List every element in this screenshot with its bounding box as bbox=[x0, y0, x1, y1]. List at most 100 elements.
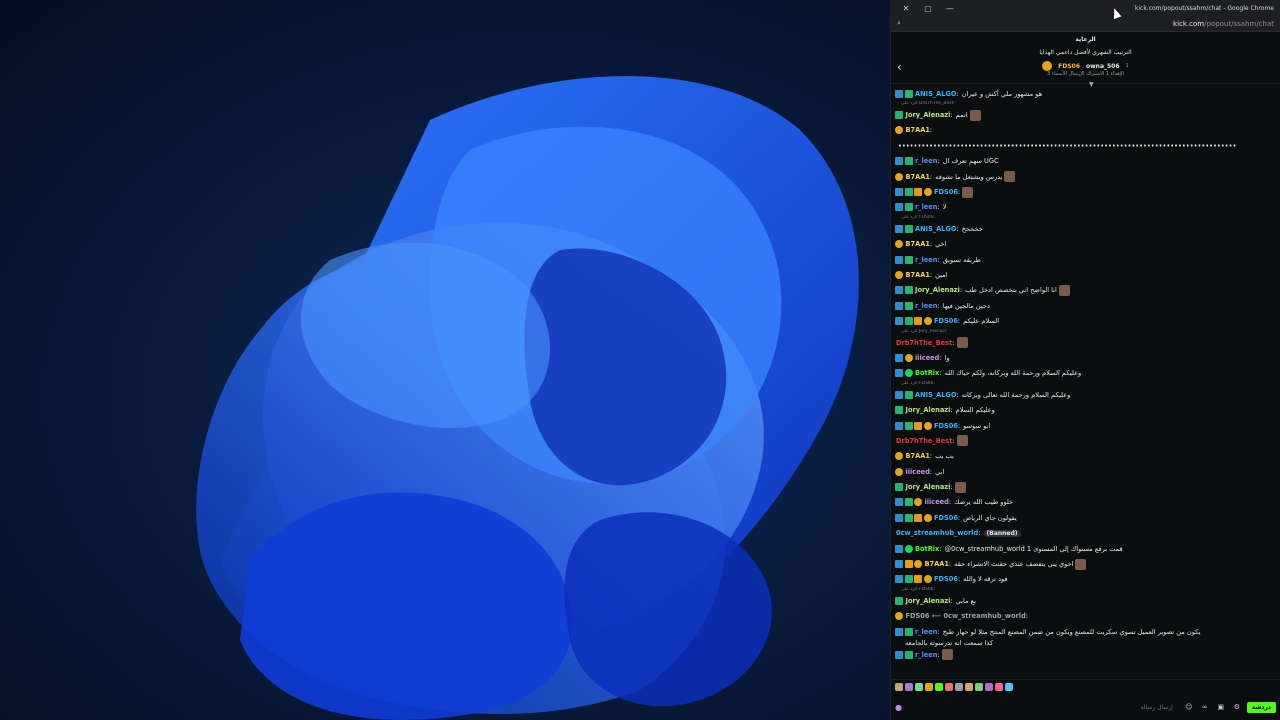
chat-footer: ● ☺ ∞ ▣ ⚙ دردشة bbox=[891, 679, 1280, 720]
chat-username[interactable]: FDS06 bbox=[934, 514, 958, 522]
chat-message: FDS06: انو سوسو bbox=[895, 418, 1276, 433]
chat-username[interactable]: ANIS_ALGO bbox=[915, 90, 956, 98]
username-colon: : bbox=[959, 286, 963, 295]
chat-username[interactable]: B7AA1 bbox=[906, 240, 930, 248]
chat-message: r_leen: دحين مالجين فيها bbox=[895, 298, 1276, 313]
chat-username[interactable]: r_leen bbox=[915, 256, 937, 264]
expand-chevron-icon[interactable]: ▼ bbox=[1089, 81, 1094, 88]
address-bar[interactable]: ⌕ kick.com/popout/ssahm/chat bbox=[891, 16, 1280, 32]
chat-username[interactable]: Jory_Alenazi bbox=[915, 286, 960, 294]
og-badge-icon bbox=[923, 421, 932, 430]
close-window-icon[interactable]: ✕ bbox=[895, 4, 917, 13]
chat-username[interactable]: B7AA1 bbox=[906, 452, 930, 460]
gift-icon[interactable]: ▣ bbox=[1215, 703, 1227, 711]
chat-username[interactable]: 0cw_streamhub_world bbox=[896, 529, 978, 537]
username-colon: : bbox=[937, 650, 940, 659]
username-colon: : bbox=[929, 126, 933, 135]
quick-emote-icon[interactable] bbox=[995, 683, 1003, 691]
mod-badge-icon bbox=[895, 544, 903, 553]
chat-text: ••••••••••••••••••••••••••••••••••••••••… bbox=[898, 141, 1237, 150]
emoji-icon[interactable]: ☺ bbox=[1183, 703, 1195, 711]
mod-badge-icon bbox=[895, 203, 903, 212]
chat-username[interactable]: Jory_Alenazi bbox=[906, 483, 951, 491]
url-host: kick.com bbox=[1173, 19, 1205, 28]
chat-username[interactable]: FDS06 ⟵ 0cw_streamhub_world bbox=[906, 612, 1026, 620]
chat-message: Jory_Alenazi: بع مابي bbox=[895, 593, 1276, 608]
chat-username[interactable]: r_leen bbox=[915, 651, 937, 659]
link-icon[interactable]: ∞ bbox=[1199, 703, 1211, 711]
minimize-window-icon[interactable]: — bbox=[939, 4, 961, 13]
chat-text: اتمم bbox=[955, 111, 968, 120]
settings-icon[interactable]: ⚙ bbox=[1231, 703, 1243, 711]
username-colon: : bbox=[939, 353, 942, 362]
og-badge-icon bbox=[895, 270, 903, 279]
username-colon: : bbox=[956, 224, 959, 233]
mod-badge-icon bbox=[895, 317, 903, 326]
chat-username[interactable]: BotRix bbox=[915, 369, 939, 377]
chat-username[interactable]: iiiceed bbox=[915, 354, 939, 362]
chat-username[interactable]: Drb7hThe_Best bbox=[896, 339, 952, 347]
vip-badge-icon bbox=[904, 317, 913, 326]
chat-username[interactable]: r_leen bbox=[915, 203, 937, 211]
chat-username[interactable]: iiiceed bbox=[906, 468, 930, 476]
chat-text: فود ترقه لا والله bbox=[963, 575, 1008, 584]
quick-emote-icon[interactable] bbox=[905, 683, 913, 691]
quick-emote-icon[interactable] bbox=[985, 683, 993, 691]
chat-username[interactable]: FDS06 bbox=[934, 575, 958, 583]
crown-badge-icon bbox=[904, 560, 913, 569]
chat-username[interactable]: r_leen bbox=[915, 157, 937, 165]
chat-text: امين bbox=[935, 270, 948, 279]
chat-username[interactable]: Jory_Alenazi bbox=[906, 406, 951, 414]
quick-emote-icon[interactable] bbox=[975, 683, 983, 691]
chat-username[interactable]: B7AA1 bbox=[906, 173, 930, 181]
leader-user-1[interactable]: FDS06 bbox=[1058, 63, 1080, 70]
pinned-subtitle: الترتيب الشهري لأفضل داعمي الهدايا bbox=[1039, 49, 1132, 56]
quick-emote-icon[interactable] bbox=[895, 683, 903, 691]
ver-badge-icon bbox=[904, 544, 913, 553]
chat-text: يدرس ويشتغل ما تشوفه bbox=[935, 172, 1003, 181]
chat-username[interactable]: FDS06 bbox=[934, 317, 958, 325]
chat-username[interactable]: B7AA1 bbox=[925, 560, 949, 568]
chat-message: Jory_Alenazi: اتمم bbox=[895, 107, 1276, 122]
vip-badge-icon bbox=[904, 255, 913, 264]
send-chat-button[interactable]: دردشة bbox=[1246, 701, 1276, 713]
chat-username[interactable]: r_leen bbox=[915, 628, 937, 636]
chat-username[interactable]: ANIS_ALGO bbox=[915, 225, 956, 233]
quick-emote-icon[interactable] bbox=[955, 683, 963, 691]
chat-username[interactable]: ANIS_ALGO bbox=[915, 391, 956, 399]
username-colon: : bbox=[952, 338, 955, 347]
back-chevron-icon[interactable]: ‹ bbox=[897, 60, 902, 74]
chat-username[interactable]: Jory_Alenazi bbox=[906, 111, 951, 119]
quick-emote-icon[interactable] bbox=[1005, 683, 1013, 691]
mod-badge-icon bbox=[895, 188, 903, 197]
vip-badge-icon bbox=[904, 157, 913, 166]
chat-text: بع مابي bbox=[955, 596, 976, 605]
og-badge-icon bbox=[923, 513, 932, 522]
maximize-window-icon[interactable]: ▢ bbox=[917, 4, 939, 13]
chat-input[interactable] bbox=[909, 698, 1179, 716]
chat-text: وعليكم السلام bbox=[955, 406, 995, 415]
chat-username[interactable]: Drb7hThe_Best bbox=[896, 437, 952, 445]
quick-emote-icon[interactable] bbox=[935, 683, 943, 691]
chat-username[interactable]: iiiceed bbox=[925, 498, 949, 506]
quick-emote-icon[interactable] bbox=[945, 683, 953, 691]
username-colon: : bbox=[952, 436, 955, 445]
chat-username[interactable]: FDS06 bbox=[934, 422, 958, 430]
microphone-icon[interactable]: ● bbox=[895, 703, 905, 712]
quick-emote-icon[interactable] bbox=[965, 683, 973, 691]
chat-username[interactable]: B7AA1 bbox=[906, 126, 930, 134]
chat-username[interactable]: r_leen bbox=[915, 302, 937, 310]
og-badge-icon bbox=[923, 317, 932, 326]
quick-emote-icon[interactable] bbox=[915, 683, 923, 691]
emote-icon bbox=[1075, 558, 1087, 570]
chat-username[interactable]: Jory_Alenazi bbox=[906, 597, 951, 605]
mod-badge-icon bbox=[895, 421, 903, 430]
chat-username[interactable]: FDS06 bbox=[934, 188, 958, 196]
chat-username[interactable]: BotRix bbox=[915, 545, 939, 553]
chat-message: r_leen: سهم تعرف ال UGC bbox=[895, 154, 1276, 169]
chat-username[interactable]: B7AA1 bbox=[906, 271, 930, 279]
chat-text: طريقه تسويق bbox=[942, 255, 981, 264]
quick-emote-icon[interactable] bbox=[925, 683, 933, 691]
leader-user-2[interactable]: owna_506 bbox=[1086, 63, 1120, 70]
og-badge-icon bbox=[895, 172, 903, 181]
